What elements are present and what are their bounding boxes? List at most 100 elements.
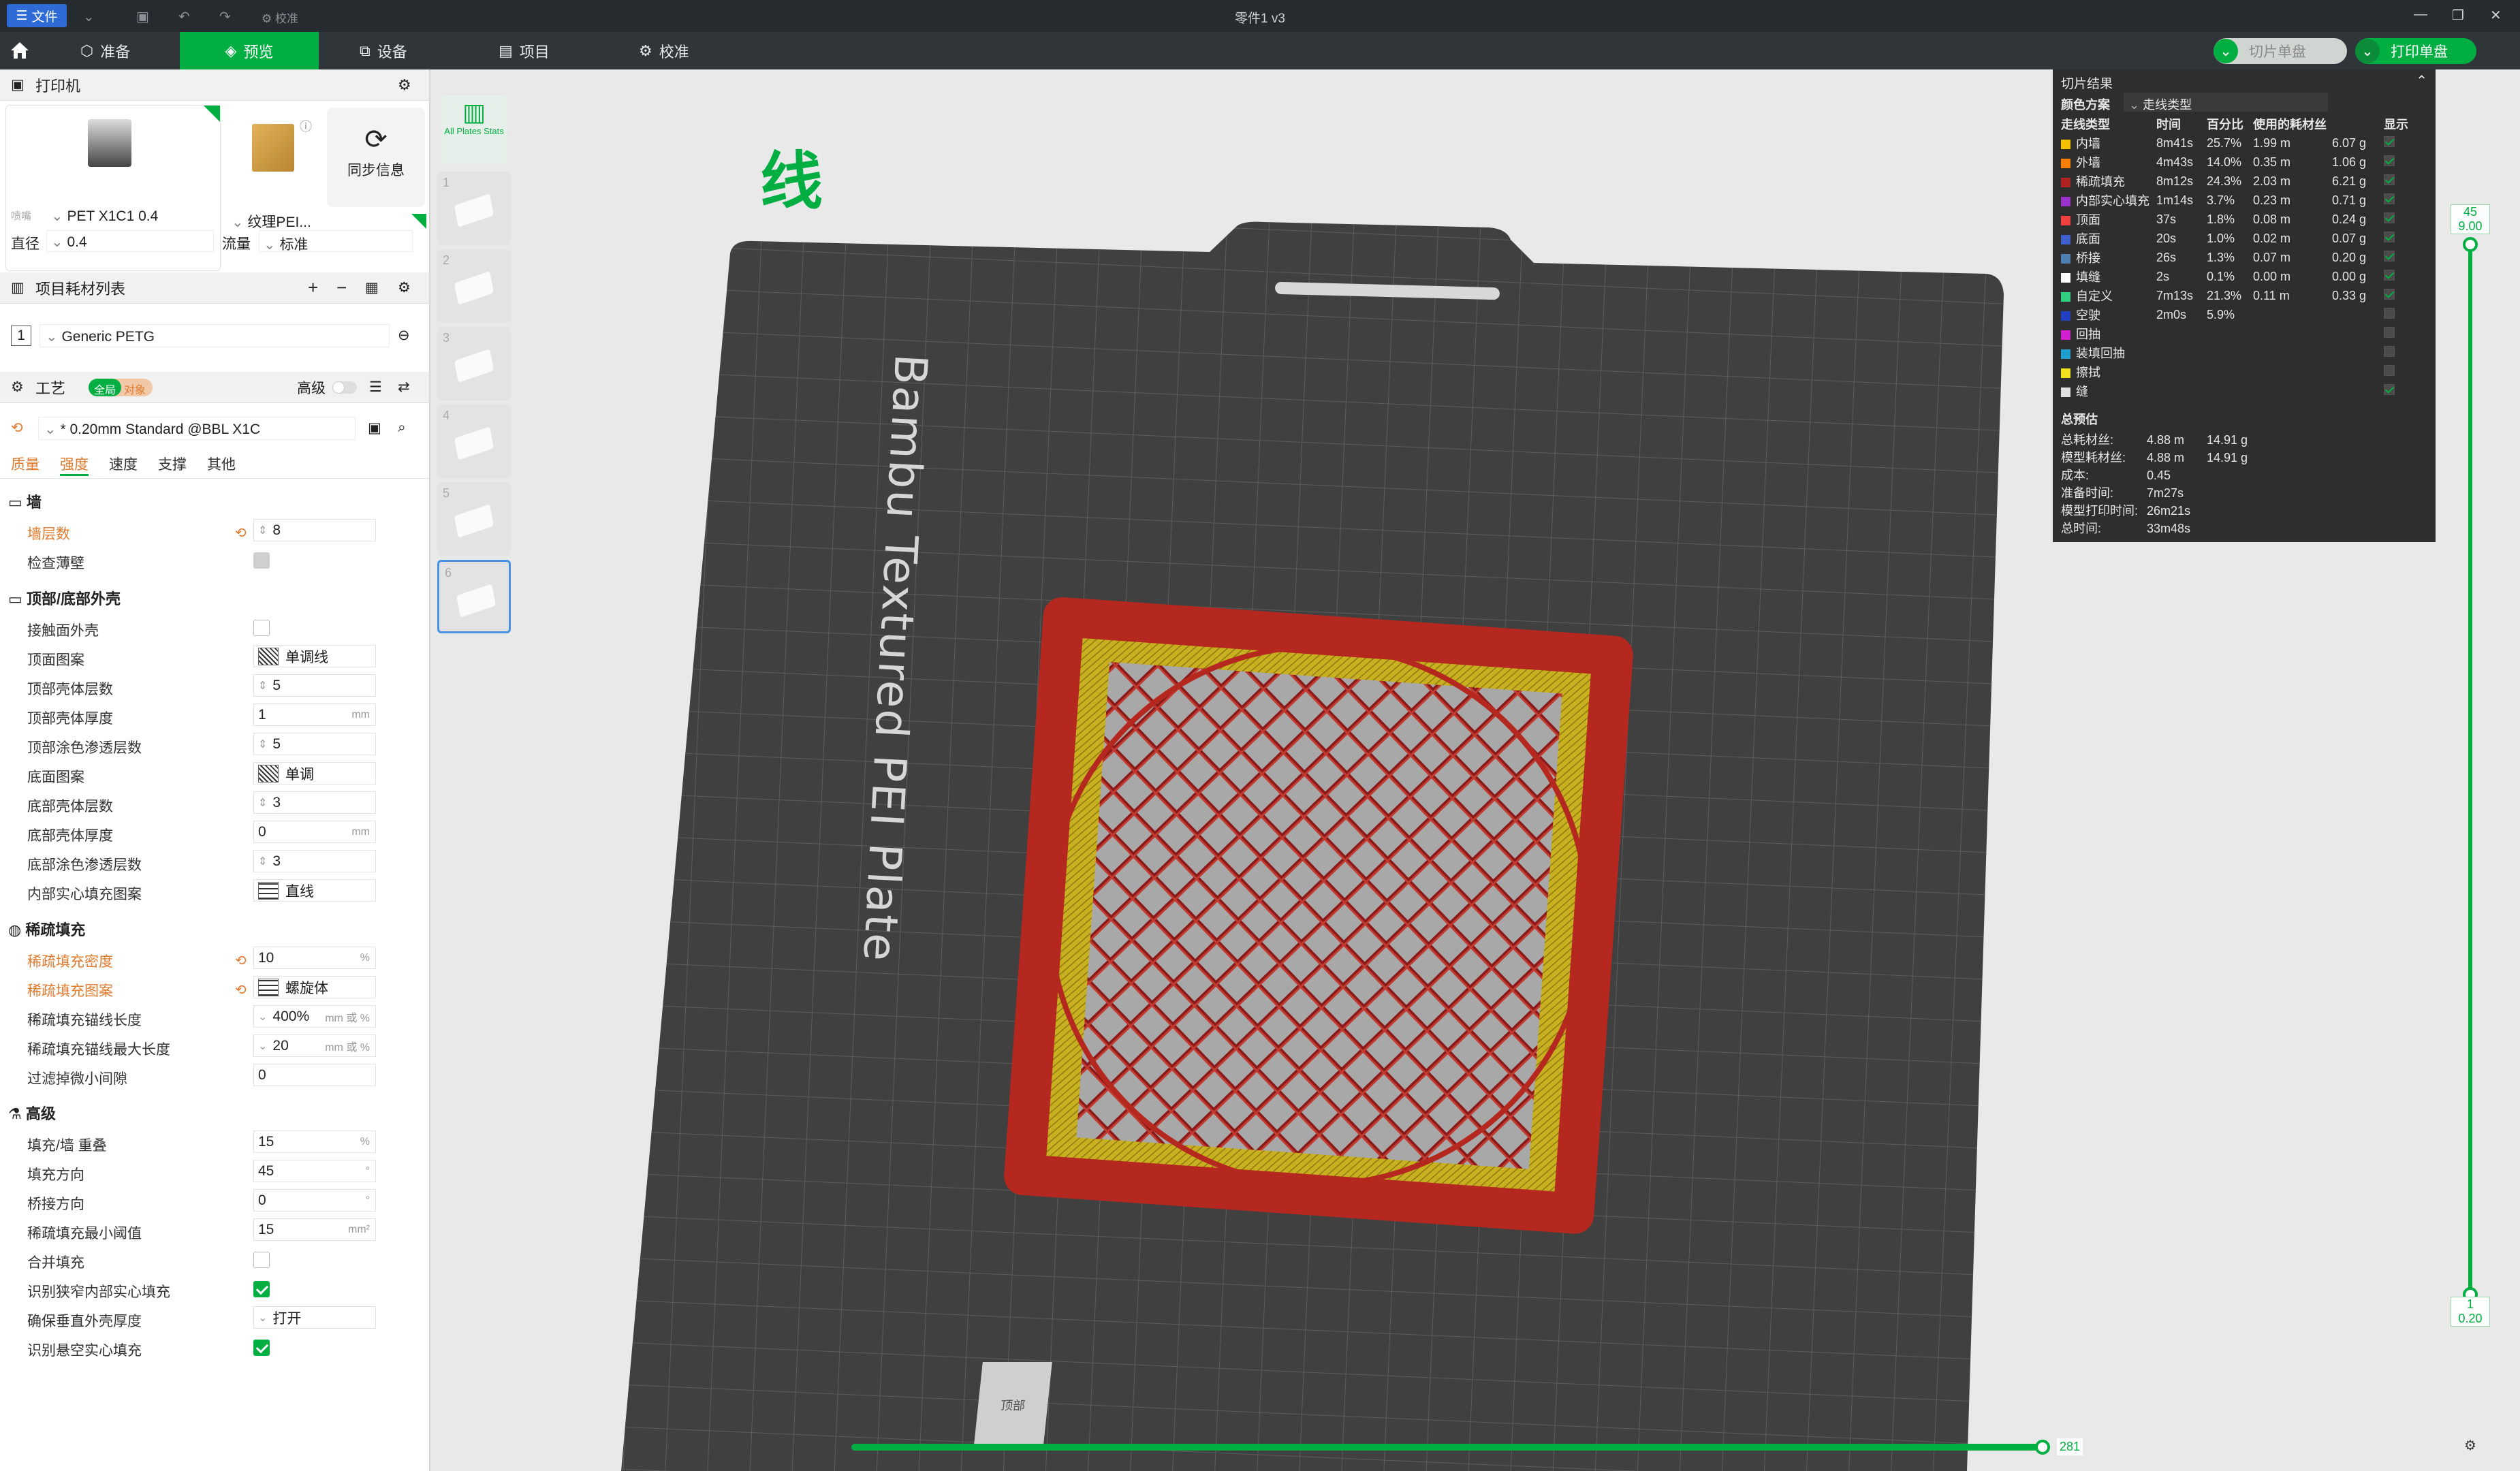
move-handle[interactable]	[2035, 1440, 2050, 1455]
tab-preview[interactable]: ◈ 预览	[180, 32, 319, 69]
visibility-checkbox[interactable]	[2384, 383, 2395, 395]
visibility-checkbox[interactable]	[2384, 212, 2395, 223]
tab-support[interactable]: 支撑	[158, 454, 187, 476]
save-preset-icon[interactable]: ▣	[368, 420, 381, 437]
bottom-thickness-input[interactable]: 0 mm	[253, 821, 376, 843]
internal-pattern-select[interactable]: 直线	[253, 879, 376, 902]
plate-thumbnail[interactable]: 1	[437, 172, 511, 245]
line-type-row[interactable]: 缝	[2058, 381, 2411, 400]
plate-thumbnail-selected[interactable]: 6	[437, 560, 511, 633]
infill-direction-input[interactable]: 45 °	[253, 1160, 376, 1182]
visibility-checkbox[interactable]	[2384, 136, 2395, 147]
line-type-row[interactable]: 空驶 2m0s 5.9%	[2058, 305, 2411, 324]
tab-speed[interactable]: 速度	[109, 454, 138, 476]
line-type-row[interactable]: 顶面 37s 1.8% 0.08 m 0.24 g	[2058, 210, 2411, 229]
overlap-input[interactable]: 15%	[253, 1130, 376, 1153]
collapse-icon[interactable]: ⌃	[2416, 72, 2427, 89]
visibility-checkbox[interactable]	[2384, 231, 2395, 242]
remove-icon[interactable]: −	[336, 277, 347, 298]
visibility-checkbox[interactable]	[2384, 174, 2395, 185]
visibility-checkbox[interactable]	[2384, 269, 2395, 281]
global-object-toggle[interactable]: 全局 对象	[89, 378, 153, 396]
visibility-checkbox[interactable]	[2384, 155, 2395, 166]
close-icon[interactable]: ✕	[2490, 7, 2502, 24]
reset-icon[interactable]: ⟲	[235, 952, 247, 969]
infill-density-input[interactable]: 10%	[253, 947, 376, 969]
edit-icon[interactable]: ▦	[365, 279, 379, 296]
sync-info-button[interactable]: ⟳ 同步信息	[327, 108, 425, 207]
visibility-checkbox[interactable]	[2384, 326, 2395, 338]
line-type-row[interactable]: 稀疏填充 8m12s 24.3% 2.03 m 6.21 g	[2058, 172, 2411, 191]
plate-thumbnail[interactable]: 4	[437, 405, 511, 478]
overhang-solid-checkbox[interactable]	[253, 1340, 270, 1356]
visibility-checkbox[interactable]	[2384, 193, 2395, 204]
top-paint-input[interactable]: ⇕ 5	[253, 733, 376, 755]
line-type-row[interactable]: 装填回抽	[2058, 343, 2411, 362]
line-type-row[interactable]: 外墙 4m43s 14.0% 0.35 m 1.06 g	[2058, 153, 2411, 172]
slice-plate-button[interactable]: ⌄ 切片单盘	[2214, 38, 2347, 64]
diameter-select[interactable]: ⌄ 0.4	[46, 230, 214, 252]
infill-pattern-select[interactable]: 螺旋体	[253, 976, 376, 998]
info-icon[interactable]: ⓘ	[300, 117, 312, 135]
filament-select[interactable]: ⌄ Generic PETG	[40, 324, 390, 347]
visibility-checkbox[interactable]	[2384, 364, 2395, 376]
chevron-down-icon[interactable]: ⌄	[2214, 39, 2238, 63]
filament-slot[interactable]: 1	[11, 326, 31, 346]
layer-settings-icon[interactable]: ⚙	[2464, 1437, 2476, 1454]
plate-thumbnail[interactable]: 3	[437, 327, 511, 400]
line-type-row[interactable]: 底面 20s 1.0% 0.02 m 0.07 g	[2058, 229, 2411, 248]
gear-icon[interactable]: ⚙	[398, 76, 411, 94]
tab-project[interactable]: ▤ 项目	[499, 32, 550, 69]
tab-others[interactable]: 其他	[207, 454, 236, 476]
minus-circle-icon[interactable]: ⊖	[398, 327, 410, 344]
detect-thin-wall-checkbox[interactable]	[253, 552, 270, 569]
reset-icon[interactable]: ⟲	[235, 981, 247, 998]
reset-icon[interactable]: ⟲	[11, 420, 23, 437]
layer-slider[interactable]: 45 9.00 1 0.20 ⚙	[2449, 204, 2504, 1453]
color-scheme-select[interactable]: ⌄ 走线类型	[2124, 93, 2328, 112]
minimize-icon[interactable]: —	[2414, 7, 2427, 22]
detect-narrow-checkbox[interactable]	[253, 1281, 270, 1297]
process-preset-select[interactable]: ⌄ * 0.20mm Standard @BBL X1C	[38, 417, 356, 440]
compare-icon[interactable]: ⇄	[398, 379, 410, 396]
anchor-max-input[interactable]: ⌄ 20 mm 或 %	[253, 1034, 376, 1057]
tab-strength[interactable]: 强度	[60, 454, 89, 476]
print-plate-button[interactable]: ⌄ 打印单盘	[2355, 38, 2476, 64]
bottom-paint-input[interactable]: ⇕ 3	[253, 850, 376, 872]
filter-gap-input[interactable]: 0	[253, 1064, 376, 1086]
bottom-layers-input[interactable]: ⇕ 3	[253, 791, 376, 814]
min-area-input[interactable]: 15 mm²	[253, 1218, 376, 1241]
home-icon[interactable]	[10, 41, 30, 60]
flow-select[interactable]: ⌄ 标准	[259, 230, 413, 253]
tab-prepare[interactable]: ⬡ 准备	[80, 32, 130, 69]
interface-shells-checkbox[interactable]	[253, 620, 270, 636]
line-type-row[interactable]: 内墙 8m41s 25.7% 1.99 m 6.07 g	[2058, 133, 2411, 153]
line-type-row[interactable]: 填缝 2s 0.1% 0.00 m 0.00 g	[2058, 267, 2411, 286]
bridge-direction-input[interactable]: 0 °	[253, 1189, 376, 1212]
top-thickness-input[interactable]: 1 mm	[253, 703, 376, 726]
bottom-pattern-select[interactable]: 单调	[253, 762, 376, 785]
move-slider[interactable]: 281	[851, 1437, 2083, 1457]
search-icon[interactable]: ⌕	[398, 420, 406, 436]
plate-thumbnail[interactable]: 5	[437, 482, 511, 556]
line-type-row[interactable]: 桥接 26s 1.3% 0.07 m 0.20 g	[2058, 248, 2411, 267]
tab-device[interactable]: ⧉ 设备	[360, 32, 407, 69]
visibility-checkbox[interactable]	[2384, 307, 2395, 319]
visibility-checkbox[interactable]	[2384, 345, 2395, 357]
gear-icon[interactable]: ⚙	[398, 279, 411, 296]
restore-icon[interactable]: ❐	[2452, 7, 2464, 24]
visibility-checkbox[interactable]	[2384, 288, 2395, 300]
line-type-row[interactable]: 擦拭	[2058, 362, 2411, 381]
combine-infill-checkbox[interactable]	[253, 1252, 270, 1268]
add-icon[interactable]: +	[308, 277, 318, 298]
visibility-checkbox[interactable]	[2384, 250, 2395, 262]
all-plates-stats-button[interactable]: ▥ All Plates Stats	[441, 95, 507, 163]
anchor-length-input[interactable]: ⌄ 400% mm 或 %	[253, 1005, 376, 1028]
reset-icon[interactable]: ⟲	[235, 524, 247, 541]
advanced-toggle[interactable]	[332, 381, 357, 394]
line-type-row[interactable]: 内部实心填充 1m14s 3.7% 0.23 m 0.71 g	[2058, 191, 2411, 210]
chevron-down-icon[interactable]: ⌄	[2355, 39, 2380, 63]
line-type-row[interactable]: 回抽	[2058, 324, 2411, 343]
tab-calibration[interactable]: ⚙ 校准	[639, 32, 689, 69]
plate-thumbnail[interactable]: 2	[437, 249, 511, 323]
